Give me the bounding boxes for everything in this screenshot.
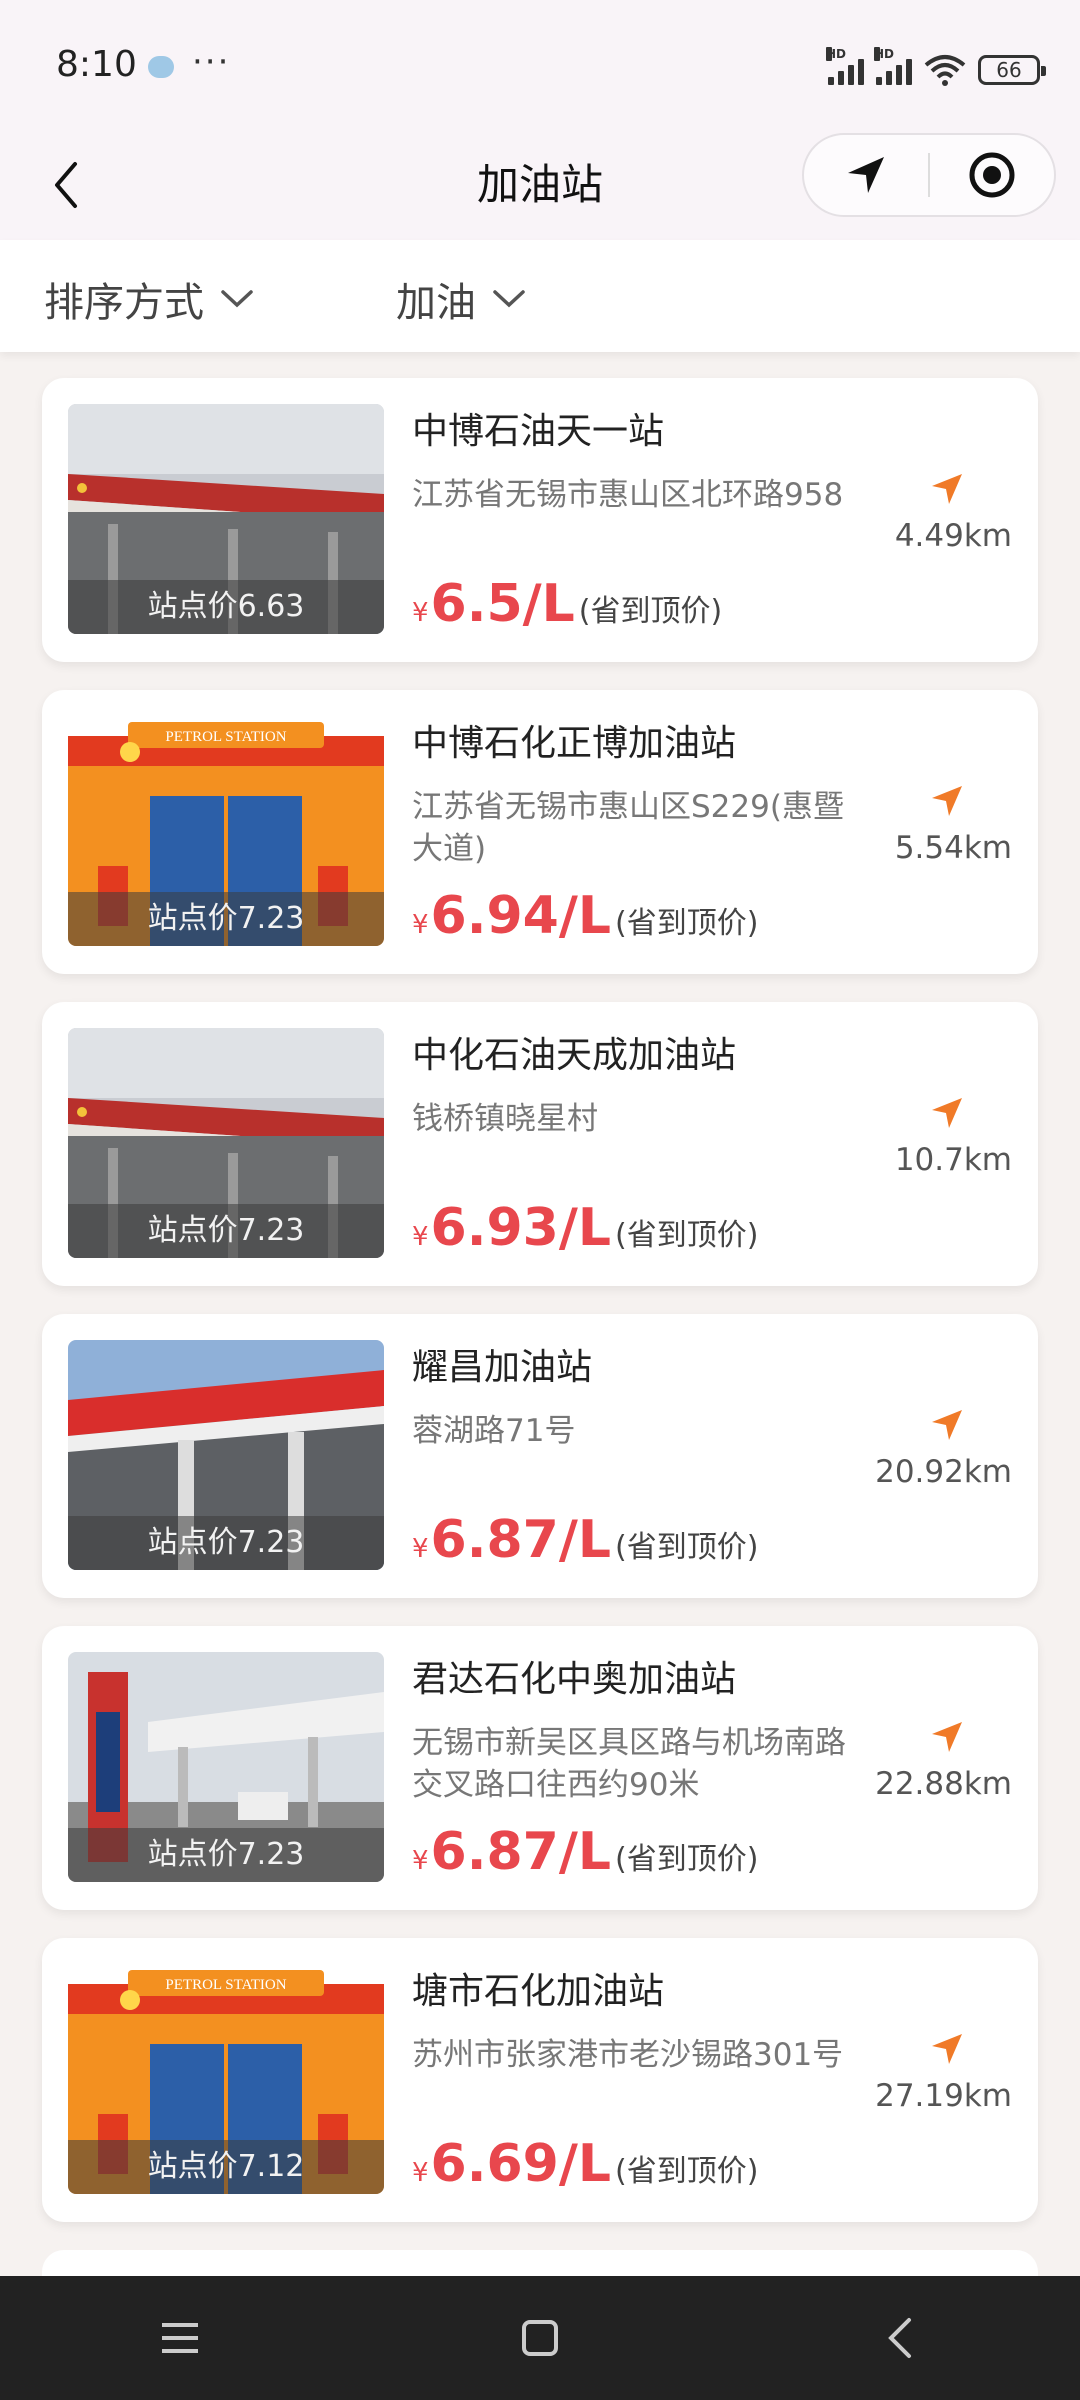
station-name: 耀昌加油站 — [412, 1347, 593, 1388]
station-card[interactable]: 站点价6.63 中博石油天一站江苏省无锡市惠山区北环路958 ¥6.5/L (省到顶价… — [42, 378, 1038, 662]
currency-symbol: ¥ — [412, 2158, 429, 2188]
discount-price: ¥6.94/L (省到顶价) — [412, 886, 758, 946]
station-address: 苏州市张家港市老沙锡路301号 — [412, 2037, 844, 2073]
price-note: (省到顶价) — [614, 906, 759, 941]
signal-icon: HD — [874, 47, 912, 85]
filter-bar: 排序方式 加油 — [0, 240, 1080, 352]
currency-symbol: ¥ — [412, 1534, 429, 1564]
menu-button[interactable] — [140, 2298, 220, 2378]
station-price-overlay: 站点价7.23 — [68, 1516, 384, 1570]
station-thumbnail: 站点价7.23 — [68, 1028, 384, 1258]
chevron-down-icon — [493, 290, 525, 308]
station-card[interactable]: PETROL STATION 站点价7.23 中博石化正博加油站江苏省无锡市惠山区… — [42, 690, 1038, 974]
fuel-type-dropdown[interactable]: 加油 — [396, 270, 526, 328]
station-card[interactable]: 站点价7.23 中化石油天成加油站钱桥镇晓星村 ¥6.93/L (省到顶价) 10.7k… — [42, 1002, 1038, 1286]
station-thumbnail: PETROL STATION 站点价7.23 — [68, 716, 384, 946]
wifi-icon — [924, 55, 966, 86]
currency-symbol: ¥ — [412, 1222, 429, 1252]
fuel-label: 加油 — [396, 280, 476, 326]
discount-price: ¥6.69/L (省到顶价) — [412, 2134, 758, 2194]
station-card[interactable]: 站点价7.23 耀昌加油站蓉湖路71号 ¥6.87/L (省到顶价) 20.92km — [42, 1314, 1038, 1598]
price-value: 6.5/L — [430, 574, 575, 634]
home-button[interactable] — [500, 2298, 580, 2378]
price-value: 6.87/L — [430, 1822, 611, 1882]
price-note: (省到顶价) — [614, 1842, 759, 1877]
close-miniprogram-button[interactable] — [930, 135, 1054, 215]
station-address: 江苏省无锡市惠山区北环路958 — [412, 477, 844, 513]
station-price-overlay: 站点价7.23 — [68, 892, 384, 946]
station-thumbnail: 站点价6.63 — [68, 404, 384, 634]
station-card[interactable]: 站点价7.23 君达石化中奥加油站无锡市新吴区具区路与机场南路交叉路口往西约90米… — [42, 1626, 1038, 1910]
navigation-arrow-icon — [848, 157, 884, 193]
sort-label: 排序方式 — [44, 280, 204, 326]
station-name: 塘市石化加油站 — [412, 1971, 665, 2012]
station-distance: 20.92km — [875, 1454, 1012, 1490]
price-note: (省到顶价) — [614, 2154, 759, 2189]
navigation-arrow-icon[interactable] — [930, 2032, 964, 2066]
station-price-overlay: 站点价7.23 — [68, 1828, 384, 1882]
navigation-arrow-icon[interactable] — [930, 1408, 964, 1442]
nav-header: 加油站 — [0, 130, 1080, 240]
navigation-arrow-icon[interactable] — [930, 1096, 964, 1130]
system-navigation-bar — [0, 2276, 1080, 2400]
price-note: (省到顶价) — [578, 594, 723, 629]
currency-symbol: ¥ — [412, 1846, 429, 1876]
station-distance: 10.7km — [894, 1142, 1012, 1178]
station-name: 中化石油天成加油站 — [412, 1035, 737, 1076]
system-back-button[interactable] — [860, 2298, 940, 2378]
station-thumbnail: 站点价7.23 — [68, 1340, 384, 1570]
station-name: 君达石化中奥加油站 — [412, 1659, 737, 1700]
currency-symbol: ¥ — [412, 598, 429, 628]
navigation-arrow-icon[interactable] — [930, 472, 964, 506]
mini-program-capsule — [802, 133, 1056, 217]
discount-price: ¥6.87/L (省到顶价) — [412, 1822, 758, 1882]
back-triangle-icon — [888, 2318, 911, 2358]
price-note: (省到顶价) — [614, 1530, 759, 1565]
discount-price: ¥6.87/L (省到顶价) — [412, 1510, 758, 1570]
station-price-overlay: 站点价6.63 — [68, 580, 384, 634]
station-distance: 4.49km — [894, 518, 1012, 554]
svg-text:PETROL STATION: PETROL STATION — [165, 729, 286, 745]
station-distance: 5.54km — [894, 830, 1012, 866]
station-distance: 27.19km — [875, 2078, 1012, 2114]
price-value: 6.93/L — [430, 1198, 611, 1258]
station-thumbnail: 站点价7.23 — [68, 1652, 384, 1882]
sort-dropdown[interactable]: 排序方式 — [44, 270, 254, 328]
home-square-icon — [522, 2320, 558, 2356]
station-distance: 22.88km — [875, 1766, 1012, 1802]
station-thumbnail: PETROL STATION 站点价7.12 — [68, 1964, 384, 2194]
station-address: 江苏省无锡市惠山区S229(惠暨大道) — [412, 789, 844, 867]
station-address: 钱桥镇晓星村 — [412, 1101, 598, 1137]
menu-icon — [162, 2323, 198, 2353]
station-price-overlay: 站点价7.12 — [68, 2140, 384, 2194]
price-value: 6.69/L — [430, 2134, 611, 2194]
more-notifications-icon: ··· — [192, 42, 231, 82]
discount-price: ¥6.5/L (省到顶价) — [412, 574, 722, 634]
price-value: 6.87/L — [430, 1510, 611, 1570]
status-bar: 8:10 ··· HD HD 66 — [0, 0, 1080, 130]
station-name: 中博石油天一站 — [412, 411, 665, 452]
station-card[interactable]: PETROL STATION 站点价7.12 塘市石化加油站苏州市张家港市老沙锡路… — [42, 1938, 1038, 2222]
record-target-icon — [969, 152, 1015, 198]
station-price-overlay: 站点价7.23 — [68, 1204, 384, 1258]
status-icons: HD HD 66 — [826, 47, 1046, 90]
status-time: 8:10 — [56, 44, 137, 85]
navigation-arrow-icon[interactable] — [930, 1720, 964, 1754]
signal-icon: HD — [826, 47, 864, 85]
price-value: 6.94/L — [430, 886, 611, 946]
price-note: (省到顶价) — [614, 1218, 759, 1253]
station-name: 中博石化正博加油站 — [412, 723, 737, 764]
weather-icon — [148, 56, 174, 78]
discount-price: ¥6.93/L (省到顶价) — [412, 1198, 758, 1258]
battery-icon: 66 — [978, 55, 1046, 85]
svg-text:PETROL STATION: PETROL STATION — [165, 1977, 286, 1993]
station-address: 无锡市新吴区具区路与机场南路交叉路口往西约90米 — [412, 1725, 846, 1803]
currency-symbol: ¥ — [412, 910, 429, 940]
location-button[interactable] — [804, 135, 928, 215]
navigation-arrow-icon[interactable] — [930, 784, 964, 818]
station-address: 蓉湖路71号 — [412, 1413, 576, 1449]
chevron-down-icon — [221, 290, 253, 308]
